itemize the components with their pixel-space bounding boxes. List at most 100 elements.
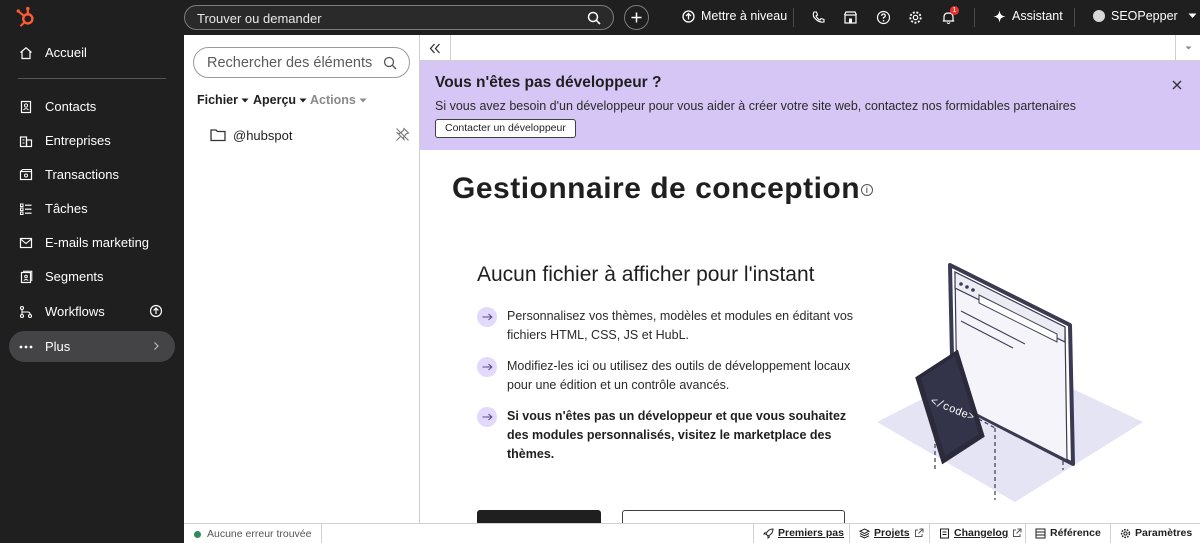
status-divider bbox=[849, 524, 850, 543]
double-chevron-left-icon bbox=[429, 43, 440, 53]
global-search-input[interactable]: Trouver ou demander bbox=[184, 5, 614, 30]
chevron-right-icon bbox=[154, 342, 159, 350]
search-icon[interactable] bbox=[383, 56, 397, 70]
projects-link[interactable]: Projets bbox=[859, 527, 924, 539]
search-icon[interactable] bbox=[587, 11, 601, 25]
menu-actions[interactable]: Actions bbox=[310, 93, 367, 107]
sidebar-item-segments[interactable]: Segments bbox=[9, 261, 175, 292]
caret-down-icon bbox=[1185, 46, 1191, 50]
editor-tab-bar bbox=[420, 35, 1200, 61]
changelog-link[interactable]: Changelog bbox=[939, 527, 1022, 539]
menu-file[interactable]: Fichier bbox=[197, 93, 249, 107]
toolbar-divider bbox=[1074, 8, 1075, 27]
getting-started-link[interactable]: Premiers pas bbox=[763, 527, 844, 539]
bullet-text: Modifiez-les ici ou utilisez des outils … bbox=[507, 359, 851, 392]
status-divider bbox=[321, 524, 322, 543]
global-search-placeholder: Trouver ou demander bbox=[197, 11, 322, 26]
avatar bbox=[1093, 10, 1105, 22]
empty-state-heading: Aucun fichier à afficher pour l'instant bbox=[477, 263, 815, 286]
sidebar-item-label: Transactions bbox=[45, 167, 119, 182]
primary-action-button[interactable] bbox=[477, 510, 601, 523]
rocket-icon bbox=[763, 527, 774, 539]
folder-row[interactable]: @hubspot bbox=[210, 125, 410, 145]
workflows-icon bbox=[19, 305, 33, 318]
bullet-text: Si vous n'êtes pas un développeur et que… bbox=[507, 409, 847, 461]
file-search-input[interactable]: Rechercher des éléments bbox=[193, 47, 410, 78]
sidebar-item-tasks[interactable]: Tâches bbox=[9, 193, 175, 224]
arrow-right-icon bbox=[477, 407, 497, 427]
sidebar-item-label: Plus bbox=[45, 339, 71, 354]
close-icon[interactable] bbox=[1172, 80, 1182, 90]
sidebar-item-deals[interactable]: Transactions bbox=[9, 159, 175, 190]
sidebar-item-label: Accueil bbox=[45, 45, 87, 60]
status-divider bbox=[753, 524, 754, 543]
sidebar-item-label: Contacts bbox=[45, 99, 97, 114]
file-search-placeholder: Rechercher des éléments bbox=[207, 55, 373, 71]
status-divider bbox=[1025, 524, 1026, 543]
sidebar-item-more[interactable]: Plus bbox=[9, 331, 175, 362]
sidebar-item-label: Entreprises bbox=[45, 133, 111, 148]
upgrade-label: Mettre à niveau bbox=[701, 9, 788, 23]
settings-link[interactable]: Paramètres bbox=[1120, 527, 1192, 539]
code-editor-illustration: </code> bbox=[877, 263, 1143, 502]
sidebar-item-workflows[interactable]: Workflows bbox=[9, 296, 175, 327]
status-indicator: Aucune erreur trouvée bbox=[194, 528, 311, 540]
status-ok-icon bbox=[194, 530, 201, 538]
info-icon[interactable]: i bbox=[861, 184, 874, 197]
sidebar-item-companies[interactable]: Entreprises bbox=[9, 125, 175, 156]
status-text: Aucune erreur trouvée bbox=[207, 528, 312, 540]
folder-name: @hubspot bbox=[233, 127, 293, 143]
caret-down-icon bbox=[299, 98, 307, 102]
help-icon[interactable] bbox=[876, 10, 891, 25]
contact-developer-button[interactable]: Contacter un développeur bbox=[435, 119, 576, 138]
sidebar-item-marketing-emails[interactable]: E-mails marketing bbox=[9, 227, 175, 258]
status-bar: Aucune erreur trouvée Premiers pas Proje… bbox=[184, 523, 1200, 543]
folder-icon bbox=[210, 129, 226, 142]
status-divider bbox=[1110, 524, 1111, 543]
reference-label: Référence bbox=[1050, 527, 1101, 539]
hubspot-logo-icon[interactable] bbox=[15, 6, 37, 28]
contacts-icon bbox=[20, 100, 32, 113]
list-item: Si vous n'êtes pas un développeur et que… bbox=[477, 407, 867, 464]
sidebar-item-label: E-mails marketing bbox=[45, 235, 150, 250]
status-divider bbox=[929, 524, 930, 543]
upgrade-arrow-icon bbox=[149, 304, 163, 318]
menu-preview[interactable]: Aperçu bbox=[253, 93, 307, 107]
settings-gear-icon[interactable] bbox=[908, 10, 923, 25]
external-link-icon bbox=[1013, 528, 1022, 537]
sidebar-item-label: Workflows bbox=[45, 304, 105, 319]
tab-menu-button[interactable] bbox=[1175, 35, 1200, 61]
phone-icon[interactable] bbox=[811, 10, 826, 25]
secondary-action-button[interactable] bbox=[622, 510, 845, 523]
page-title: Gestionnaire de conception bbox=[452, 172, 861, 205]
upgrade-button[interactable]: Mettre à niveau bbox=[682, 9, 787, 23]
settings-label: Paramètres bbox=[1135, 527, 1193, 539]
projects-icon bbox=[859, 527, 870, 539]
arrow-right-icon bbox=[477, 357, 497, 377]
bullet-text: Personnalisez vos thèmes, modèles et mod… bbox=[507, 309, 854, 342]
assistant-label: Assistant bbox=[1012, 9, 1063, 23]
projects-label: Projets bbox=[874, 527, 910, 539]
assistant-button[interactable]: Assistant bbox=[993, 9, 1063, 23]
changelog-label: Changelog bbox=[954, 527, 1009, 539]
caret-down-icon bbox=[241, 98, 249, 102]
marketplace-icon[interactable] bbox=[843, 10, 858, 25]
external-link-icon bbox=[914, 528, 924, 537]
home-icon bbox=[20, 46, 32, 59]
banner-text: Si vous avez besoin d'un développeur pou… bbox=[435, 99, 1076, 113]
sidebar-item-contacts[interactable]: Contacts bbox=[9, 91, 175, 122]
settings-gear-icon bbox=[1120, 528, 1131, 538]
sidebar-item-label: Segments bbox=[45, 269, 104, 284]
reference-link[interactable]: Référence bbox=[1035, 527, 1101, 539]
unpin-icon[interactable] bbox=[395, 127, 410, 142]
sidebar-item-home[interactable]: Accueil bbox=[9, 37, 175, 68]
developer-banner: Vous n'êtes pas développeur ? Si vous av… bbox=[420, 61, 1200, 150]
caret-down-icon bbox=[359, 98, 367, 102]
companies-icon bbox=[19, 135, 33, 147]
collapse-panel-button[interactable] bbox=[420, 35, 451, 61]
file-browser-panel: Rechercher des éléments Fichier Aperçu A… bbox=[184, 35, 420, 523]
account-menu[interactable]: SEOPepper bbox=[1093, 9, 1197, 23]
design-manager-main: Gestionnaire de conception i Aucun fichie… bbox=[420, 150, 1200, 523]
create-button[interactable] bbox=[624, 5, 649, 30]
toolbar-divider bbox=[793, 8, 794, 27]
